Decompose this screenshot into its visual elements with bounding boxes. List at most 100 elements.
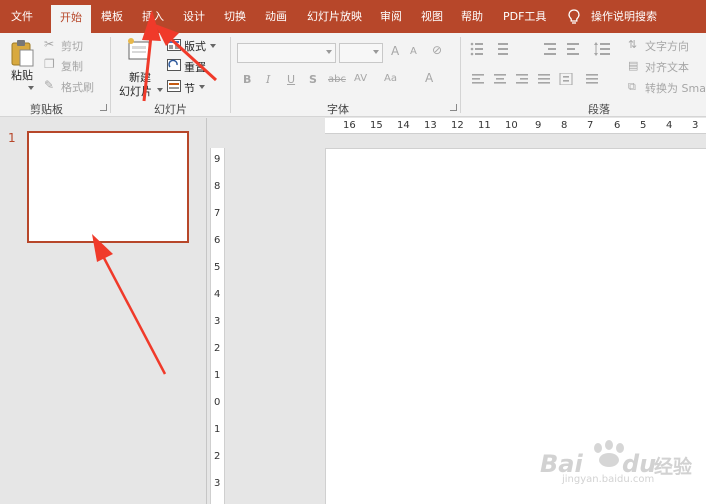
- paste-icon[interactable]: [9, 39, 35, 69]
- hruler-label: 13: [424, 120, 437, 131]
- vruler-label: 1: [214, 424, 221, 435]
- ribbon-tab-bar: 文件 开始 模板 插入 设计 切换 动画 幻灯片放映 审阅 视图 帮助 PDF工…: [0, 0, 706, 33]
- tab-transitions[interactable]: 切换: [224, 0, 246, 33]
- scissors-icon: ✂: [44, 37, 55, 51]
- copy-button[interactable]: 复制: [61, 58, 83, 74]
- format-painter-button[interactable]: 格式刷: [61, 79, 94, 95]
- bold-button[interactable]: B: [243, 73, 251, 86]
- slides-group-label: 幻灯片: [154, 103, 187, 116]
- tab-review[interactable]: 审阅: [380, 0, 402, 33]
- font-family-select[interactable]: [237, 43, 336, 63]
- list-indent-icons[interactable]: [470, 42, 590, 56]
- vruler-label: 4: [214, 289, 221, 300]
- tab-template[interactable]: 模板: [101, 0, 123, 33]
- tab-slideshow[interactable]: 幻灯片放映: [307, 0, 362, 33]
- tab-animations[interactable]: 动画: [265, 0, 287, 33]
- format-painter-icon: ✎: [44, 78, 55, 92]
- font-group-label: 字体: [327, 103, 349, 116]
- vruler-label: 0: [214, 397, 221, 408]
- lightbulb-icon[interactable]: [567, 9, 581, 25]
- reset-button[interactable]: 重置: [184, 59, 206, 75]
- tab-home[interactable]: 开始: [51, 5, 91, 33]
- align-text-button[interactable]: 对齐文本: [645, 59, 689, 75]
- tab-insert[interactable]: 插入: [142, 0, 164, 33]
- grow-font-button[interactable]: A: [391, 44, 399, 58]
- layout-button[interactable]: 版式: [184, 38, 206, 54]
- convert-smartart-button[interactable]: 转换为 Smar: [645, 80, 706, 96]
- group-separator: [110, 37, 111, 113]
- new-slide-dropdown-icon[interactable]: [157, 88, 163, 92]
- section-button[interactable]: 节: [184, 80, 195, 96]
- shadow-button[interactable]: S: [309, 73, 317, 86]
- vruler-label: 3: [214, 316, 221, 327]
- slide-thumbnail[interactable]: [27, 131, 189, 243]
- vruler-label: 6: [214, 235, 221, 246]
- hruler-label: 10: [505, 120, 518, 131]
- hruler-label: 3: [692, 120, 699, 131]
- hruler-label: 5: [640, 120, 647, 131]
- line-spacing-icon[interactable]: [594, 42, 612, 56]
- font-size-select[interactable]: [339, 43, 383, 63]
- tab-design[interactable]: 设计: [183, 0, 205, 33]
- hruler-label: 11: [478, 120, 491, 131]
- ribbon-home: 粘贴 ✂ 剪切 ❐ 复制 ✎ 格式刷 剪贴板 新建 幻灯片 版式 重置 节 幻灯…: [0, 33, 706, 117]
- reset-icon: [167, 59, 181, 71]
- text-direction-icon: ⇅: [628, 38, 638, 51]
- new-slide-icon[interactable]: [126, 37, 152, 63]
- hruler-label: 9: [535, 120, 542, 131]
- font-dialog-launcher[interactable]: [450, 104, 457, 111]
- hruler-label: 8: [561, 120, 568, 131]
- horizontal-ruler[interactable]: 16 15 14 13 12 11 10 9 8 7 6 5 4 3: [325, 118, 706, 134]
- paragraph-group-label: 段落: [588, 103, 610, 116]
- vruler-label: 2: [214, 451, 221, 462]
- vruler-label: 5: [214, 262, 221, 273]
- tab-pdf-tools[interactable]: PDF工具: [503, 0, 546, 33]
- vertical-ruler[interactable]: 9 8 7 6 5 4 3 2 1 0 1 2 3: [210, 148, 225, 504]
- smartart-icon: ⧉: [628, 80, 636, 93]
- layout-icon: [167, 39, 181, 51]
- change-case-button[interactable]: Aa: [384, 73, 397, 84]
- baidu-jingyan-watermark: Bai du 经验 jingyan.baidu.com: [538, 440, 698, 486]
- copy-icon: ❐: [44, 57, 55, 71]
- alignment-icons[interactable]: [470, 73, 620, 85]
- paste-dropdown-icon[interactable]: [28, 86, 34, 90]
- vruler-label: 3: [214, 478, 221, 489]
- clear-format-icon[interactable]: ⊘: [432, 43, 442, 57]
- strikethrough-button[interactable]: abc: [328, 74, 346, 85]
- watermark-url: jingyan.baidu.com: [562, 474, 655, 485]
- group-separator: [230, 37, 231, 113]
- tell-me-search[interactable]: 操作说明搜索: [591, 0, 657, 33]
- align-text-icon: ▤: [628, 59, 639, 72]
- new-slide-label-2[interactable]: 幻灯片: [119, 83, 152, 99]
- hruler-label: 12: [451, 120, 464, 131]
- vruler-label: 1: [214, 370, 221, 381]
- vruler-label: 8: [214, 181, 221, 192]
- hruler-label: 16: [343, 120, 356, 131]
- paste-label[interactable]: 粘贴: [11, 67, 33, 83]
- vruler-label: 2: [214, 343, 221, 354]
- character-spacing-button[interactable]: AV: [354, 73, 367, 84]
- cut-button[interactable]: 剪切: [61, 38, 83, 54]
- hruler-label: 6: [614, 120, 621, 131]
- text-direction-button[interactable]: 文字方向: [645, 38, 689, 54]
- tab-help[interactable]: 帮助: [461, 0, 483, 33]
- group-separator: [460, 37, 461, 113]
- watermark-suffix: 经验: [654, 456, 693, 478]
- powerpoint-window: 文件 开始 模板 插入 设计 切换 动画 幻灯片放映 审阅 视图 帮助 PDF工…: [0, 0, 706, 504]
- hruler-label: 14: [397, 120, 410, 131]
- layout-dropdown-icon[interactable]: [210, 44, 216, 48]
- clipboard-group-label: 剪贴板: [30, 103, 63, 116]
- slide-number: 1: [8, 131, 16, 145]
- underline-button[interactable]: U: [287, 73, 295, 86]
- italic-button[interactable]: I: [266, 73, 270, 86]
- section-icon: [167, 80, 181, 92]
- shrink-font-button[interactable]: A: [410, 46, 417, 57]
- section-dropdown-icon[interactable]: [199, 85, 205, 89]
- hruler-label: 4: [666, 120, 673, 131]
- clipboard-dialog-launcher[interactable]: [100, 104, 107, 111]
- hruler-label: 7: [587, 120, 594, 131]
- hruler-label: 15: [370, 120, 383, 131]
- tab-file[interactable]: 文件: [11, 0, 33, 33]
- tab-view[interactable]: 视图: [421, 0, 443, 33]
- font-color-button[interactable]: A: [425, 71, 433, 85]
